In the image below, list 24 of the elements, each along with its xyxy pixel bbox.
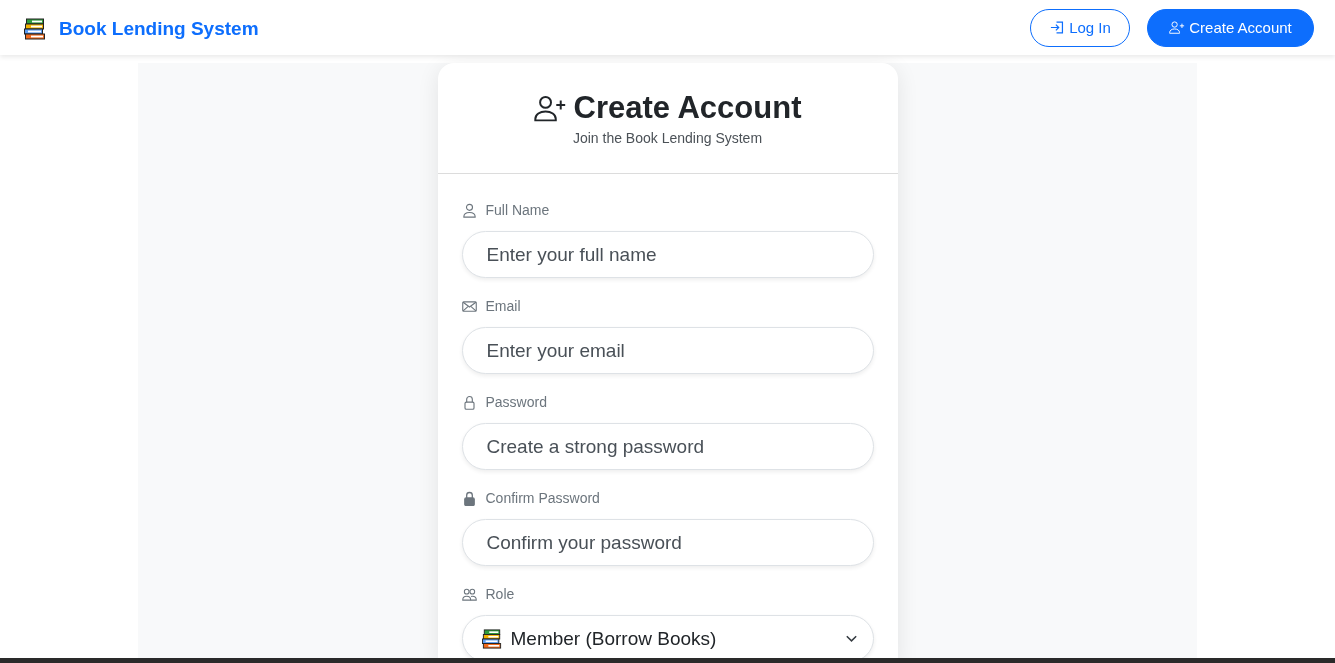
field-label: Email (485, 297, 521, 316)
people-icon (461, 586, 477, 602)
log-in-button[interactable]: Log In (1030, 8, 1130, 47)
field-label: Role (485, 585, 515, 604)
confirm-password-field[interactable]: Confirm your password (461, 519, 874, 566)
brand-title[interactable]: Book Lending System (59, 18, 259, 40)
field-label: Password (485, 393, 547, 412)
card-title: Create Account (573, 89, 802, 127)
books-icon (23, 18, 47, 40)
login-icon (1049, 20, 1066, 35)
person-plus-icon (533, 94, 567, 122)
full-name-field[interactable]: Enter your full name (461, 231, 874, 278)
person-icon (461, 202, 477, 218)
books-icon (480, 628, 503, 649)
person-plus-icon (1169, 20, 1186, 35)
field-label: Confirm Password (485, 489, 600, 508)
create-account-button[interactable]: Create Account (1147, 8, 1314, 47)
password-field[interactable]: Create a strong password (461, 423, 874, 470)
envelope-icon (461, 298, 477, 314)
field-label: Full Name (485, 201, 550, 220)
card-subtitle: Join the Book Lending System (572, 129, 763, 148)
lock-icon (461, 490, 477, 506)
lock-icon (461, 394, 477, 410)
email-field[interactable]: Enter your email (461, 327, 874, 374)
